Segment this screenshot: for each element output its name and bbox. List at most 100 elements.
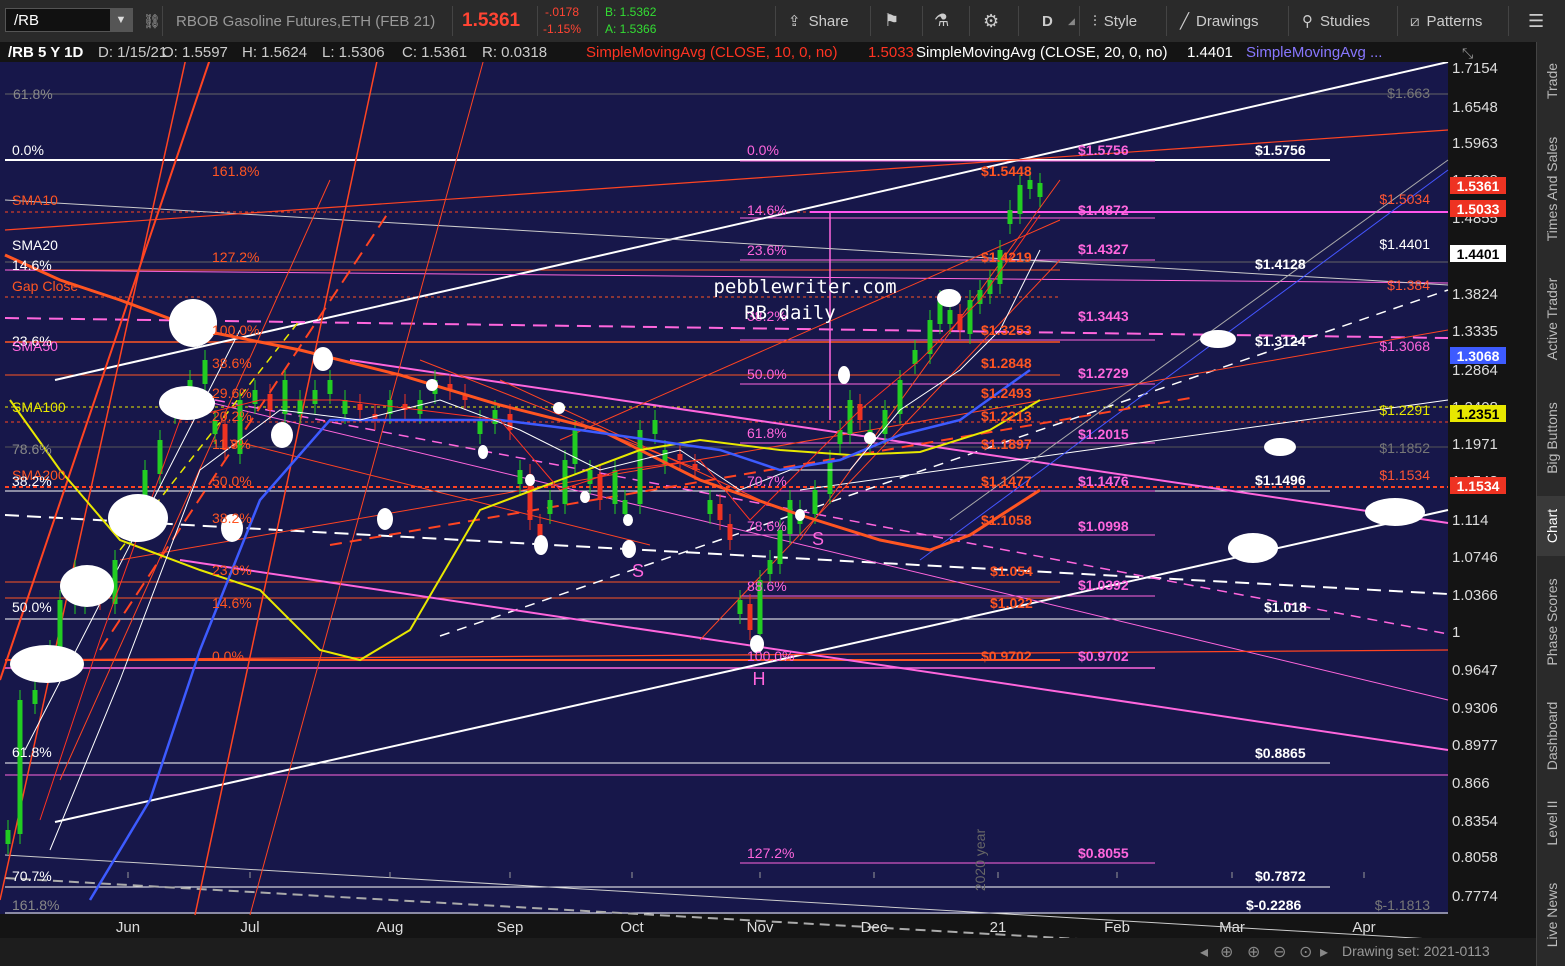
right-price-label: $1.1852	[1379, 440, 1430, 456]
candle	[1027, 180, 1033, 189]
candle	[612, 470, 618, 504]
price-axis-tick: 0.8977	[1452, 737, 1498, 754]
fib-pink-price: $0.8055	[1078, 845, 1129, 861]
sidebar-tab-times-and-sales[interactable]: Times And Sales	[1537, 124, 1565, 254]
candle	[737, 600, 743, 614]
drawings-button[interactable]: ╱ Drawings	[1180, 0, 1259, 42]
expand-icon: ⤡	[1462, 45, 1473, 61]
studies-button[interactable]: ⚲ Studies	[1302, 0, 1370, 42]
period-dropdown-icon[interactable]: ◢	[1068, 0, 1075, 42]
candle	[17, 700, 23, 834]
fib-orange-price: $1.1477	[981, 473, 1032, 489]
price-chart[interactable]: 61.8%0.0%SMA10SMA2014.6%Gap Close23.6%SM…	[0, 42, 1536, 966]
candle	[747, 604, 753, 630]
fib-white-price: $1.5756	[1255, 142, 1306, 158]
pan-right-icon[interactable]: ▸	[1320, 942, 1328, 962]
price-tag: 1.5033	[1457, 201, 1500, 217]
sidebar-tab-trade[interactable]: Trade	[1537, 41, 1565, 121]
highlight-oval	[271, 422, 293, 448]
candle	[967, 300, 973, 334]
candle	[562, 460, 568, 504]
fib-orange-pct: 100.0%	[212, 322, 259, 338]
header-field: SimpleMovingAvg (CLOSE, 20, 0, no)	[916, 44, 1168, 61]
menu-icon[interactable]: ☰	[1528, 0, 1544, 42]
symbol-dropdown-icon[interactable]: ▼	[110, 9, 132, 31]
time-axis-label: Dec	[861, 919, 888, 936]
time-axis-label: Oct	[620, 919, 644, 936]
link-icon[interactable]: ⛓	[143, 0, 161, 42]
sidebar-tab-phase-scores[interactable]: Phase Scores	[1537, 557, 1565, 687]
price-axis-tick: 1.0746	[1452, 549, 1498, 566]
symbol-description: RBOB Gasoline Futures,ETH (FEB 21)	[176, 12, 436, 30]
fib-white-price: $0.7872	[1255, 868, 1306, 884]
sidebar-tab-active-trader[interactable]: Active Trader	[1537, 254, 1565, 384]
time-axis-label: Mar	[1219, 919, 1245, 936]
sidebar-tab-dashboard[interactable]: Dashboard	[1537, 691, 1565, 781]
drawing-set-label[interactable]: Drawing set: 2021-0113	[1342, 943, 1490, 959]
studies-icon: ⚲	[1302, 13, 1313, 30]
zoom-reset-icon[interactable]: ⊙	[1299, 942, 1312, 962]
candle	[1017, 185, 1023, 214]
period-button[interactable]: D	[1042, 0, 1053, 42]
fib-orange-price: $1.5448	[981, 163, 1032, 179]
crosshair-icon[interactable]: ⊕	[1220, 942, 1233, 962]
candle	[692, 464, 698, 470]
fib-left-label: 61.8%	[12, 744, 52, 760]
sidebar-tab-level-ii[interactable]: Level II	[1537, 788, 1565, 858]
fib-white-price: $1.4128	[1255, 256, 1306, 272]
net-change: -.0178	[545, 5, 580, 19]
fib-orange-price: $1.2848	[981, 355, 1032, 371]
right-price-label: $1.2291	[1379, 402, 1430, 418]
time-axis-label: Nov	[747, 919, 774, 936]
sidebar-tab-live-news[interactable]: Live News	[1537, 875, 1565, 955]
fib-orange-pct: 11.8%	[212, 436, 251, 452]
fib-pink-pct: 23.6%	[747, 242, 787, 258]
fib-left-label: 38.2%	[12, 473, 52, 489]
sidebar-tab-big-buttons[interactable]: Big Buttons	[1537, 383, 1565, 493]
header-field: O: 1.5597	[162, 44, 228, 61]
time-axis-label: Sep	[497, 919, 524, 936]
fib-left-label: 61.8%	[13, 86, 53, 102]
time-axis-label: 21	[990, 919, 1007, 936]
pattern-shoulder-label: S	[812, 529, 824, 549]
flag-icon[interactable]: ⚑	[884, 0, 899, 42]
candle	[202, 360, 208, 384]
price-tag: 1.5361	[1457, 178, 1500, 194]
fib-orange-price: $1.022	[990, 595, 1033, 611]
share-icon: ⇪	[788, 13, 801, 30]
zoom-in-icon[interactable]: ⊕	[1247, 942, 1260, 962]
fib-pink-pct: 127.2%	[747, 845, 794, 861]
highlight-oval	[864, 432, 876, 444]
candle	[767, 560, 773, 574]
candle	[677, 454, 683, 460]
zoom-out-icon[interactable]: ⊖	[1273, 942, 1286, 962]
gear-icon[interactable]: ⚙	[983, 0, 999, 42]
fib-orange-pct: 20.2%	[212, 408, 252, 424]
fib-orange-pct: 38.2%	[212, 510, 252, 526]
pan-left-icon[interactable]: ◂	[1200, 942, 1208, 962]
candle-icon: ⫶	[1093, 12, 1097, 30]
header-field: C: 1.5361	[402, 44, 467, 61]
candle	[717, 504, 723, 520]
bottom-bar: ◂ ⊕ ⊕ ⊖ ⊙ ▸ Drawing set: 2021-0113	[0, 938, 1536, 966]
patterns-button[interactable]: ⧄ Patterns	[1410, 0, 1482, 42]
share-button[interactable]: ⇪ Share	[788, 0, 849, 42]
header-field: L: 1.5306	[322, 44, 385, 61]
candle	[652, 420, 658, 434]
candle	[357, 404, 363, 410]
sidebar-tab-chart[interactable]: Chart	[1537, 496, 1565, 556]
candle	[597, 474, 603, 500]
style-button[interactable]: ⫶ Style	[1093, 0, 1137, 42]
fib-orange-price: $1.2213	[981, 408, 1032, 424]
highlight-oval	[169, 299, 217, 347]
top-toolbar: /RB ▼ ⛓ RBOB Gasoline Futures,ETH (FEB 2…	[0, 0, 1565, 43]
header-field: D: 1/15/21	[98, 44, 167, 61]
highlight-oval	[108, 494, 168, 542]
price-axis-tick: 0.9306	[1452, 700, 1498, 717]
header-field: SimpleMovingAvg (CLOSE, 10, 0, no)	[586, 44, 838, 61]
flask-icon[interactable]: ⚗	[934, 0, 949, 42]
candle	[727, 524, 733, 540]
candle	[312, 390, 318, 404]
price-axis-tick: 0.8354	[1452, 813, 1498, 830]
highlight-oval	[1200, 330, 1236, 348]
